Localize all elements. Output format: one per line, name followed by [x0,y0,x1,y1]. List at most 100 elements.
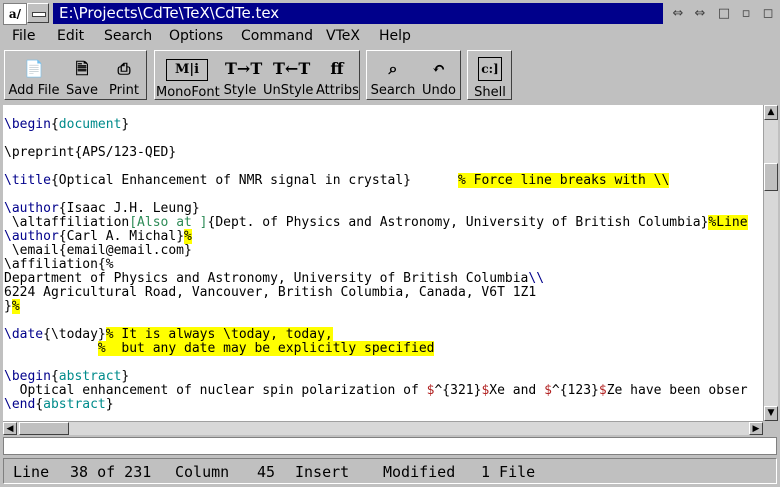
scroll-up-icon[interactable]: ▲ [764,105,778,120]
attribs-icon: ff [330,59,344,78]
vertical-scrollbar[interactable]: ▲ ▼ [763,105,778,421]
editor-token: { [50,117,59,132]
menu-search[interactable]: Search [104,26,152,46]
editor-token: \\ [528,271,545,286]
app-icon[interactable]: a/ [3,3,27,25]
add-file-button[interactable]: 📄 Add File [6,55,62,101]
menu-command[interactable]: Command [241,26,313,46]
status-line-value: 38 of 231 [70,463,152,481]
toolbar-group-file: 📄 Add File 🗎 Save ⎙ Print [4,50,147,100]
attribs-button[interactable]: ff Attribs [316,55,359,101]
printer-icon: ⎙ [117,59,131,78]
editor-token: \author [4,229,59,244]
editor-line: 6224 Agricultural Road, Vancouver, Briti… [4,286,536,300]
editor-token: [Also at ] [129,215,208,230]
editor-token: \preprint{APS/123-QED} [4,145,177,160]
editor-token: \affiliation{% [4,257,114,272]
status-mode: Insert [295,463,350,481]
undo-icon: ↶ [432,59,446,78]
editor-token: % [184,229,192,244]
close-icon[interactable]: ◻ [758,5,778,23]
editor-token: % but any date may be explicitly specifi… [97,341,435,356]
monofont-button[interactable]: M|i MonoFont [156,55,220,101]
editor-token [4,341,98,356]
scroll-left-icon[interactable]: ◀ [3,422,17,435]
editor-line: \author{Carl A. Michal}% [4,229,192,244]
search-button[interactable]: ⌕ Search [368,55,418,101]
command-line-input[interactable] [3,437,777,455]
editor-line: \email{email@email.com} [4,244,192,258]
style-button[interactable]: T→T Style [221,55,263,101]
search-icon: ⌕ [388,59,398,78]
editor-line: \begin{document} [4,118,129,132]
horizontal-scrollbar[interactable]: ◀ ▶ [3,421,763,435]
menu-edit[interactable]: Edit [57,26,84,46]
editor-token: abstract [58,369,122,384]
status-line-label: Line [13,463,50,481]
editor-token: } [105,397,114,412]
status-files: 1 File [481,463,536,481]
editor-line: \end{abstract} [4,398,114,412]
status-column-value: 45 [257,463,276,481]
editor-token: % [11,299,20,314]
restore2-icon[interactable]: ⇔ [690,5,710,23]
editor-token: \title [4,173,51,188]
editor-token: {Isaac J.H. Leung} [58,201,200,216]
editor-token: } [121,117,130,132]
save-button[interactable]: 🗎 Save [63,55,101,101]
menu-help[interactable]: Help [379,26,411,46]
scroll-right-icon[interactable]: ▶ [749,422,763,435]
editor-token: { [35,397,44,412]
system-menu-button[interactable] [27,3,49,23]
editor-token: Ze have been obser [606,383,748,398]
editor-token: {Carl A. Michal} [58,229,185,244]
editor-line: Department of Physics and Astronomy, Uni… [4,272,544,286]
toolbar-group-search: ⌕ Search ↶ Undo [366,50,461,100]
status-column-label: Column [175,463,230,481]
save-icon: 🗎 [75,59,89,78]
editor-line: \title{Optical Enhancement of NMR signal… [4,173,670,188]
editor-token: Optical enhancement of nuclear spin pola… [4,383,427,398]
editor-token: ^{123} [551,383,599,398]
undo-button[interactable]: ↶ Undo [420,55,458,101]
restore-icon[interactable]: ⇔ [668,5,688,23]
editor-token: $ [598,383,607,398]
vertical-scroll-thumb[interactable] [764,163,778,191]
editor-token: \begin [4,117,51,132]
editor-line: % but any date may be explicitly specifi… [4,341,435,356]
shell-icon: c:] [478,57,502,81]
editor-token: \altaffiliation [4,215,130,230]
editor-token: Department of Physics and Astronomy, Uni… [4,271,529,286]
editor-token: {Dept. of Physics and Astronomy, Univers… [207,215,709,230]
unstyle-icon: T←T [273,59,311,78]
print-button[interactable]: ⎙ Print [105,55,143,101]
menu-file[interactable]: File [12,26,35,46]
shell-button[interactable]: c:] Shell [470,55,510,101]
scroll-down-icon[interactable]: ▼ [764,406,778,421]
editor-token: \email{email@email.com} [4,243,192,258]
unstyle-button[interactable]: T←T UnStyle [263,55,313,101]
editor-token: { [50,369,59,384]
title-bar: a/ E:\Projects\CdTe\TeX\CdTe.tex ⇔ ⇔ □ ▫… [0,0,780,26]
menu-bar: File Edit Search Options Command VTeX He… [0,26,780,46]
editor-token: % It is always \today, today, [105,327,333,342]
menu-vtex[interactable]: VTeX [326,26,360,46]
editor-text-area[interactable]: \begin{document} \preprint{APS/123-QED} \t… [3,105,763,421]
maximize-icon[interactable]: ▫ [736,5,756,23]
editor-token: Xe and [489,383,545,398]
editor-line: }% [4,299,20,314]
editor-token: \author [4,201,59,216]
editor-token: abstract [43,397,106,412]
status-bar: Line 38 of 231 Column 45 Insert Modified… [3,458,777,484]
toolbar: 📄 Add File 🗎 Save ⎙ Print M|i MonoFont T… [0,47,780,104]
minimize-icon[interactable]: □ [714,5,734,23]
editor-token: } [4,299,12,314]
window-title: E:\Projects\CdTe\TeX\CdTe.tex [53,3,663,24]
menu-options[interactable]: Options [169,26,223,46]
monofont-icon: M|i [166,59,208,81]
style-icon: T→T [225,59,263,78]
editor-line: \begin{abstract} [4,370,129,384]
horizontal-scroll-thumb[interactable] [19,422,69,435]
editor-token: {\today} [43,327,106,342]
editor-token: $ [544,383,552,398]
